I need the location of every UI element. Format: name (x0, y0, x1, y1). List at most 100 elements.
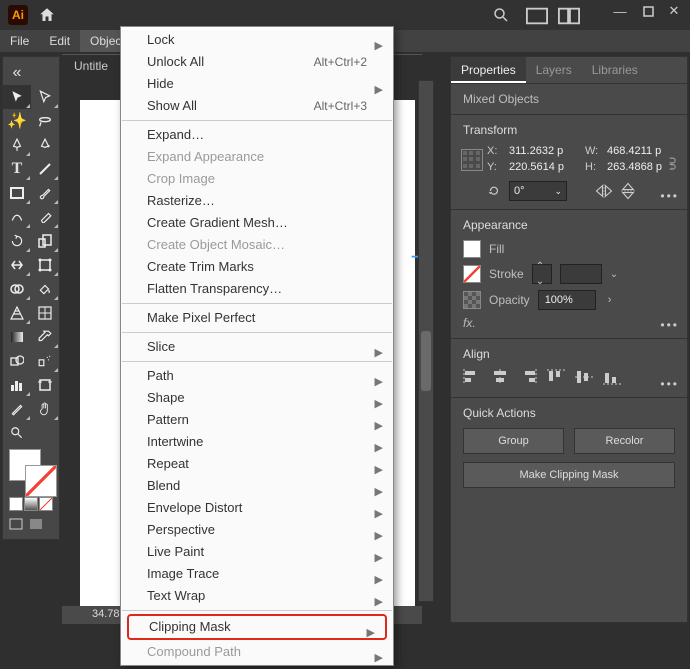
tab-layers[interactable]: Layers (526, 57, 582, 83)
x-field[interactable]: 311.2632 p (509, 145, 579, 157)
make-clipping-mask-button[interactable]: Make Clipping Mask (463, 462, 675, 488)
menu-item-clipping-mask[interactable]: Clipping Mask▶ (127, 614, 387, 640)
free-transform-tool[interactable] (31, 253, 59, 277)
search-icon[interactable] (492, 6, 510, 24)
y-field[interactable]: 220.5614 p (509, 161, 579, 173)
hand-tool[interactable] (31, 397, 59, 421)
recolor-button[interactable]: Recolor (574, 428, 675, 454)
lasso-tool[interactable] (31, 109, 59, 133)
menu-item-flatten-transparency[interactable]: Flatten Transparency… (121, 278, 393, 300)
menu-item-hide[interactable]: Hide▶ (121, 73, 393, 95)
rectangle-tool[interactable] (3, 181, 31, 205)
more-options-icon[interactable]: ••• (660, 377, 679, 391)
pen-tool[interactable] (3, 133, 31, 157)
eyedropper-tool[interactable] (31, 325, 59, 349)
more-options-icon[interactable]: ••• (660, 318, 679, 332)
opacity-swatch-icon[interactable] (463, 291, 481, 309)
live-paint-bucket-tool[interactable] (31, 277, 59, 301)
menu-edit[interactable]: Edit (39, 30, 80, 52)
column-graph-tool[interactable] (3, 373, 31, 397)
paintbrush-tool[interactable] (31, 181, 59, 205)
window-minimize-button[interactable]: — (606, 0, 634, 22)
symbol-sprayer-tool[interactable] (31, 349, 59, 373)
align-top-icon[interactable] (547, 369, 565, 385)
window-close-button[interactable]: ✕ (660, 0, 688, 22)
constrain-proportions-icon[interactable] (665, 155, 679, 177)
zoom-tool[interactable] (3, 421, 31, 445)
toolbar-grabber-icon[interactable]: « (3, 61, 31, 85)
menu-item-compound-path[interactable]: Compound Path▶ (121, 641, 393, 663)
menu-item-path[interactable]: Path▶ (121, 365, 393, 387)
width-tool[interactable] (3, 253, 31, 277)
scale-tool[interactable] (31, 229, 59, 253)
reference-point-selector[interactable] (461, 149, 483, 171)
menu-item-envelope-distort[interactable]: Envelope Distort▶ (121, 497, 393, 519)
menu-item-shape[interactable]: Shape▶ (121, 387, 393, 409)
menu-item-repeat[interactable]: Repeat▶ (121, 453, 393, 475)
menu-item-slice[interactable]: Slice▶ (121, 336, 393, 358)
shape-builder-tool[interactable] (3, 277, 31, 301)
menu-item-rasterize[interactable]: Rasterize… (121, 190, 393, 212)
menu-file[interactable]: File (0, 30, 39, 52)
scrollbar-thumb[interactable] (421, 331, 431, 391)
menu-item-pattern[interactable]: Pattern▶ (121, 409, 393, 431)
stroke-weight-field[interactable] (560, 264, 602, 284)
chevron-right-icon[interactable]: › (608, 294, 612, 306)
align-right-icon[interactable] (519, 369, 537, 385)
gradient-tool[interactable] (3, 325, 31, 349)
slice-tool[interactable] (3, 397, 31, 421)
stroke-color-swatch[interactable] (463, 265, 481, 283)
mesh-tool[interactable] (31, 301, 59, 325)
menu-item-live-paint[interactable]: Live Paint▶ (121, 541, 393, 563)
line-segment-tool[interactable] (31, 157, 59, 181)
rotate-select[interactable]: 0°⌄ (509, 181, 567, 201)
stroke-swatch[interactable] (25, 465, 57, 497)
menu-item-image-trace[interactable]: Image Trace▶ (121, 563, 393, 585)
opacity-field[interactable]: 100% (538, 290, 596, 310)
menu-item-intertwine[interactable]: Intertwine▶ (121, 431, 393, 453)
menu-item-lock[interactable]: Lock▶ (121, 29, 393, 51)
vertical-scrollbar[interactable] (418, 80, 434, 602)
menu-item-make-pixel-perfect[interactable]: Make Pixel Perfect (121, 307, 393, 329)
arrange-documents[interactable] (526, 7, 580, 30)
menu-item-create-gradient-mesh[interactable]: Create Gradient Mesh… (121, 212, 393, 234)
blend-tool[interactable] (3, 349, 31, 373)
menu-item-perspective[interactable]: Perspective▶ (121, 519, 393, 541)
chevron-down-icon[interactable]: ⌄ (610, 269, 618, 280)
selection-tool[interactable] (3, 85, 31, 109)
eraser-tool[interactable] (31, 205, 59, 229)
rotate-tool[interactable] (3, 229, 31, 253)
magic-wand-tool[interactable]: ✨ (3, 109, 31, 133)
effects-label[interactable]: fx. (463, 316, 675, 330)
align-left-icon[interactable] (463, 369, 481, 385)
align-bottom-icon[interactable] (603, 369, 621, 385)
menu-item-text-wrap[interactable]: Text Wrap▶ (121, 585, 393, 607)
align-hcenter-icon[interactable] (491, 369, 509, 385)
fill-stroke-swatches[interactable] (3, 445, 59, 495)
menu-item-create-trim-marks[interactable]: Create Trim Marks (121, 256, 393, 278)
fill-color-swatch[interactable] (463, 240, 481, 258)
draw-mode-buttons[interactable] (9, 497, 53, 511)
screen-mode-buttons[interactable] (3, 515, 59, 535)
menu-item-show-all[interactable]: Show AllAlt+Ctrl+3 (121, 95, 393, 117)
tab-properties[interactable]: Properties (451, 57, 526, 83)
direct-selection-tool[interactable] (31, 85, 59, 109)
group-button[interactable]: Group (463, 428, 564, 454)
menu-item-blend[interactable]: Blend▶ (121, 475, 393, 497)
curvature-tool[interactable] (31, 133, 59, 157)
flip-horizontal-icon[interactable] (595, 184, 613, 198)
more-options-icon[interactable]: ••• (660, 189, 679, 203)
menu-item-expand[interactable]: Expand… (121, 124, 393, 146)
document-tab[interactable]: Untitle (74, 59, 108, 73)
window-maximize-button[interactable] (634, 0, 662, 22)
type-tool[interactable]: T (3, 157, 31, 181)
stroke-weight-stepper[interactable] (532, 264, 552, 284)
artboard-tool[interactable] (31, 373, 59, 397)
tab-libraries[interactable]: Libraries (582, 57, 648, 83)
menu-item-unlock-all[interactable]: Unlock AllAlt+Ctrl+2 (121, 51, 393, 73)
flip-vertical-icon[interactable] (621, 182, 635, 200)
home-icon[interactable] (38, 6, 56, 24)
align-vcenter-icon[interactable] (575, 369, 593, 385)
perspective-grid-tool[interactable] (3, 301, 31, 325)
shaper-tool[interactable] (3, 205, 31, 229)
